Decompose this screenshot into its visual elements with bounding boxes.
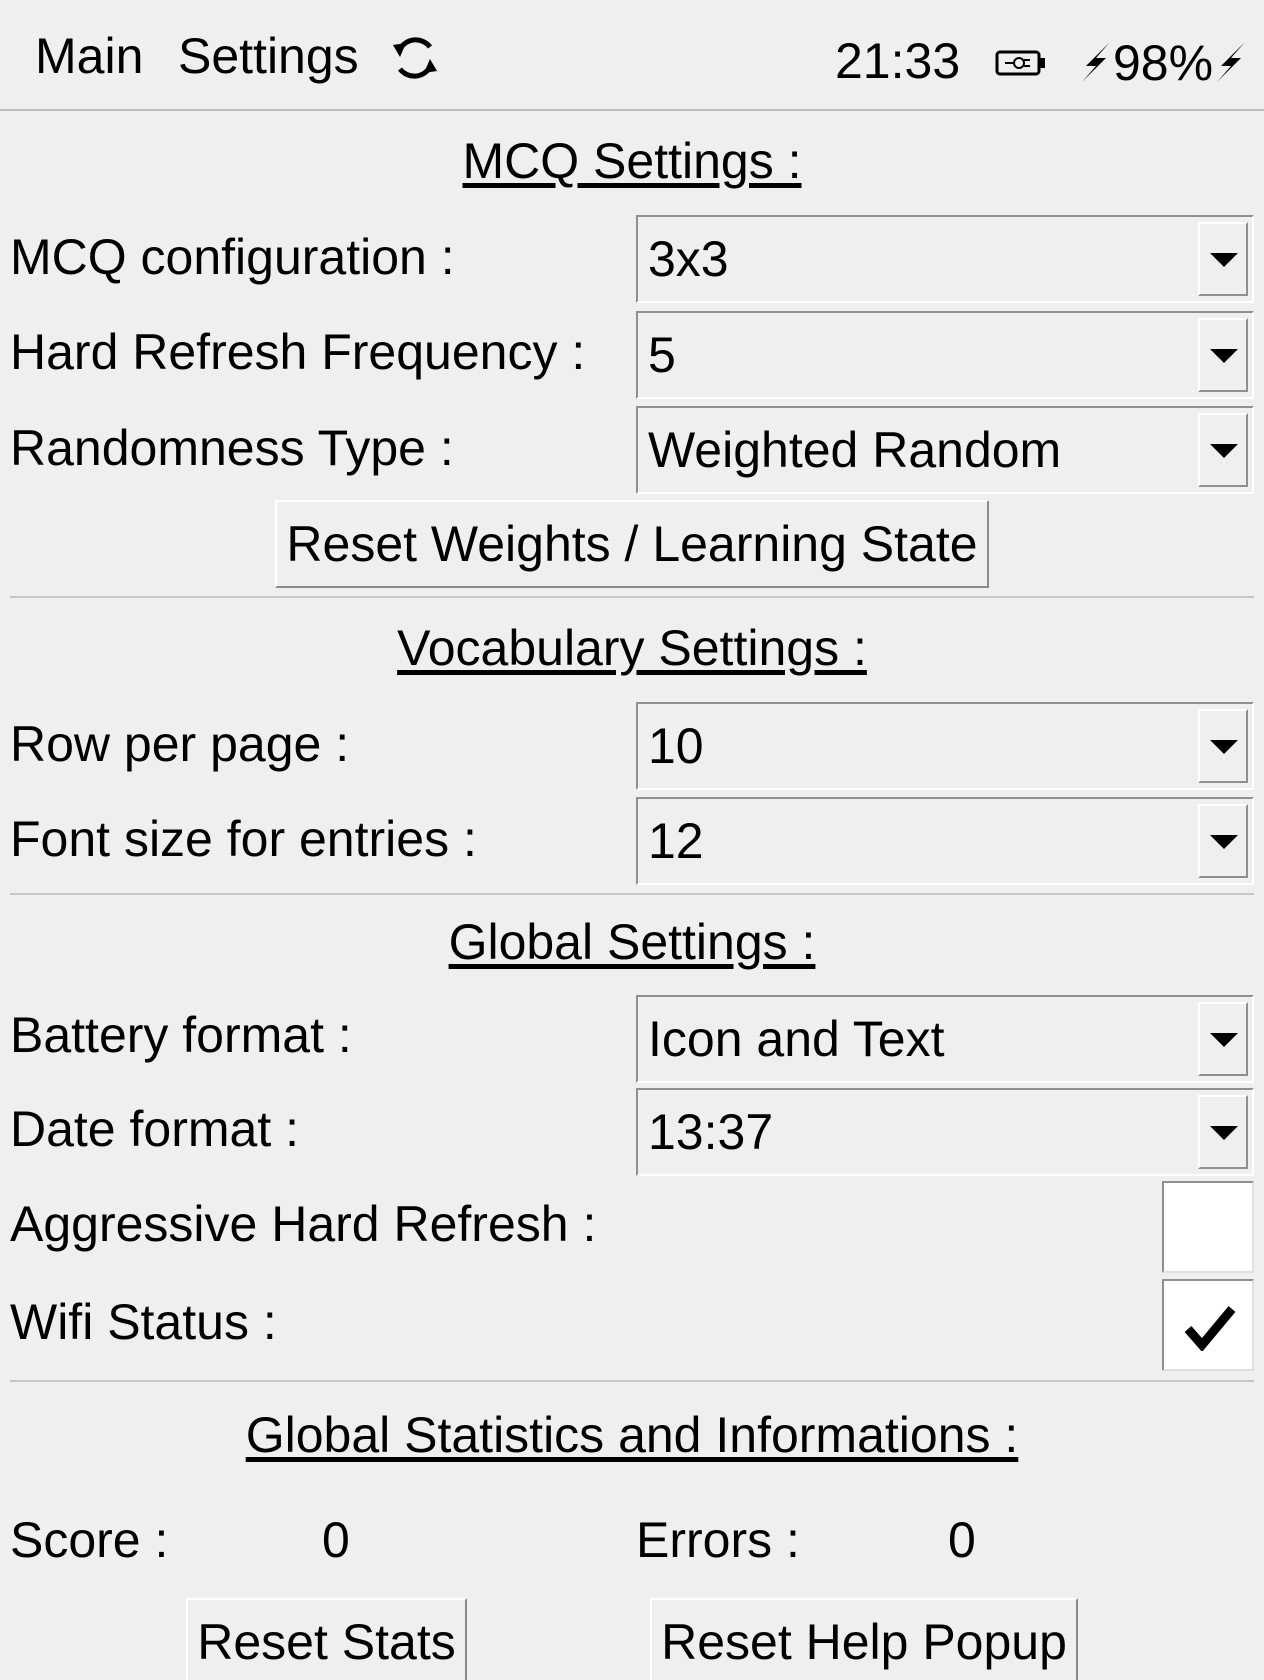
date-format-select[interactable]: 13:37 (636, 1088, 1254, 1176)
battery-icon (995, 50, 1045, 76)
font-size-label: Font size for entries : (10, 811, 477, 867)
dropdown-arrow-icon[interactable] (1198, 1095, 1248, 1169)
select-value: Icon and Text (648, 1011, 945, 1067)
dropdown-arrow-icon[interactable] (1198, 318, 1248, 392)
clock: 21:33 (835, 33, 961, 89)
mcq-configuration-select[interactable]: 3x3 (636, 215, 1254, 303)
aggressive-hard-refresh-label: Aggressive Hard Refresh : (10, 1196, 597, 1252)
tab-main[interactable]: Main (35, 26, 143, 86)
section-title-global: Global Settings : (448, 914, 816, 970)
dropdown-arrow-icon[interactable] (1198, 222, 1248, 296)
select-value: 12 (648, 813, 704, 869)
row-per-page-select[interactable]: 10 (636, 702, 1254, 790)
score-label: Score : (10, 1512, 169, 1568)
date-format-label: Date format : (10, 1101, 299, 1157)
refresh-icon[interactable] (390, 33, 440, 83)
row-per-page-label: Row per page : (10, 716, 350, 772)
errors-label: Errors : (636, 1512, 800, 1568)
hard-refresh-frequency-select[interactable]: 5 (636, 311, 1254, 399)
dropdown-arrow-icon[interactable] (1198, 413, 1248, 487)
charging-bolt-icon (1082, 42, 1110, 82)
select-value: 5 (648, 327, 676, 383)
settings-screen: Main Settings 21:33 98% MCQ Settings : M… (0, 0, 1264, 1680)
dropdown-arrow-icon[interactable] (1198, 804, 1248, 878)
randomness-type-select[interactable]: Weighted Random (636, 406, 1254, 494)
font-size-select[interactable]: 12 (636, 797, 1254, 885)
charging-bolt-icon (1217, 42, 1245, 82)
randomness-type-label: Randomness Type : (10, 420, 454, 476)
aggressive-hard-refresh-checkbox[interactable] (1162, 1181, 1254, 1273)
wifi-status-checkbox[interactable] (1162, 1279, 1254, 1371)
section-title-statistics: Global Statistics and Informations : (245, 1407, 1019, 1463)
checkmark-icon (1184, 1306, 1236, 1351)
select-value: 10 (648, 718, 704, 774)
dropdown-arrow-icon[interactable] (1198, 709, 1248, 783)
reset-help-popup-button[interactable]: Reset Help Popup (650, 1598, 1078, 1680)
divider (10, 1380, 1254, 1382)
errors-value: 0 (948, 1512, 976, 1568)
select-value: 3x3 (648, 231, 729, 287)
battery-format-label: Battery format : (10, 1007, 352, 1063)
mcq-configuration-label: MCQ configuration : (10, 229, 455, 285)
dropdown-arrow-icon[interactable] (1198, 1002, 1248, 1076)
section-title-mcq: MCQ Settings : (462, 133, 802, 189)
select-value: Weighted Random (648, 422, 1062, 478)
battery-format-select[interactable]: Icon and Text (636, 995, 1254, 1083)
top-bar: Main Settings 21:33 98% (0, 0, 1264, 111)
wifi-status-label: Wifi Status : (10, 1294, 277, 1350)
reset-weights-button[interactable]: Reset Weights / Learning State (275, 500, 989, 588)
battery-percent: 98% (1113, 35, 1214, 91)
hard-refresh-frequency-label: Hard Refresh Frequency : (10, 324, 586, 380)
divider (10, 893, 1254, 895)
section-title-vocabulary: Vocabulary Settings : (397, 620, 867, 676)
divider (10, 596, 1254, 598)
tab-settings[interactable]: Settings (178, 26, 359, 86)
select-value: 13:37 (648, 1104, 774, 1160)
reset-stats-button[interactable]: Reset Stats (186, 1598, 467, 1680)
score-value: 0 (322, 1512, 350, 1568)
